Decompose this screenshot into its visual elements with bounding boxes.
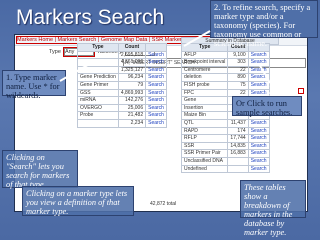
search-link[interactable]: Search bbox=[145, 88, 167, 98]
marker-count: 21,482 bbox=[117, 111, 147, 120]
search-link[interactable]: Search bbox=[247, 65, 270, 75]
marker-type-link[interactable]: miRNA bbox=[77, 96, 119, 105]
search-link[interactable]: Search bbox=[247, 149, 270, 158]
marker-count: 9,100 bbox=[227, 50, 249, 60]
table-row: miRNA 142,276 Search bbox=[77, 96, 167, 105]
note-click-search-link: Clicking on "Search" lets you search for… bbox=[2, 150, 78, 189]
marker-count: 2,234 bbox=[117, 118, 147, 128]
marker-type-link[interactable]: Centromere bbox=[180, 65, 229, 75]
marker-type-link[interactable]: Maize Bin bbox=[180, 111, 229, 120]
marker-type-link[interactable]: Insertion bbox=[180, 103, 229, 113]
table-row: 2,695,818 Search bbox=[77, 50, 167, 60]
marker-type-link[interactable]: SSR Primer Pair bbox=[180, 149, 229, 158]
marker-type-link[interactable] bbox=[77, 50, 119, 60]
marker-count: 22 bbox=[227, 65, 249, 75]
marker-type-link[interactable]: FISH probe bbox=[180, 80, 229, 90]
marker-summary-table-left: Type Count 2,695,818 Search 4,661,096 Searc… bbox=[77, 43, 167, 128]
table-row: RFLP 17,744 Search bbox=[180, 134, 270, 143]
search-link[interactable]: Search bbox=[145, 65, 167, 75]
marker-type-link[interactable]: Breakpoint interval bbox=[180, 58, 229, 67]
marker-count: 16,883 bbox=[227, 149, 249, 158]
marker-count: 1,325,127 bbox=[117, 65, 147, 75]
search-link[interactable]: Search bbox=[145, 96, 167, 105]
search-link[interactable]: Search bbox=[247, 134, 270, 143]
table-row: 1,325,127 Search bbox=[77, 65, 167, 75]
type-label: Type bbox=[49, 49, 61, 55]
table-row: SSR 14,835 Search bbox=[180, 141, 270, 151]
marker-count: 25,006 bbox=[117, 103, 147, 113]
marker-count bbox=[227, 156, 249, 166]
table-row: SSR Primer Pair 16,883 Search bbox=[180, 149, 270, 158]
search-link[interactable]: Search bbox=[247, 164, 270, 174]
search-link[interactable]: Search bbox=[247, 118, 270, 128]
note-click-type-link: Clicking on a marker type lets you view … bbox=[22, 186, 134, 216]
column-header: Type bbox=[77, 43, 119, 52]
search-link[interactable]: Search bbox=[247, 141, 270, 151]
marker-count: 890 bbox=[227, 73, 249, 82]
marker-type-link[interactable]: Gene bbox=[180, 96, 229, 105]
table-row: AFLP 9,100 Search bbox=[180, 50, 270, 60]
total-count: 42,872 total bbox=[150, 201, 177, 207]
marker-type-link[interactable]: deletion bbox=[180, 73, 229, 82]
search-link[interactable]: Search bbox=[247, 156, 270, 166]
marker-count: 14,835 bbox=[227, 141, 249, 151]
marker-count: 174 bbox=[227, 126, 249, 136]
table-row: 2,234 Search bbox=[77, 118, 167, 128]
marker-type-link[interactable]: Probe bbox=[77, 111, 119, 120]
marker-count: 4,661,096 bbox=[117, 58, 147, 67]
search-link[interactable]: Search bbox=[247, 126, 270, 136]
search-link[interactable]: Search bbox=[145, 118, 167, 128]
marker-count bbox=[227, 164, 249, 174]
table-row: GSS 4,869,993 Search bbox=[77, 88, 167, 98]
note-table-breakdown: These tables show a breakdown of markers… bbox=[240, 180, 306, 237]
table-row: Gene Prediction 96,234 Search bbox=[77, 73, 167, 82]
marker-count: 75 bbox=[227, 80, 249, 90]
table-row: Centromere 22 Search bbox=[180, 65, 270, 75]
table-row: Unclassified DNA Search bbox=[180, 156, 270, 166]
marker-count: 4,869,993 bbox=[117, 88, 147, 98]
note-sample-searches: Or Click to run sample searches. bbox=[232, 96, 302, 117]
column-header bbox=[145, 43, 167, 52]
marker-count: 79 bbox=[117, 80, 147, 90]
search-link[interactable]: Search bbox=[145, 103, 167, 113]
table-row: QTL 11,437 Search bbox=[180, 118, 270, 128]
table-row: Gene Primer 79 Search bbox=[77, 80, 167, 90]
marker-count: 17,744 bbox=[227, 134, 249, 143]
marker-type-link[interactable]: RFLP bbox=[180, 134, 229, 143]
search-link[interactable]: Search bbox=[247, 50, 270, 60]
search-link[interactable]: Search bbox=[145, 80, 167, 90]
column-header: Count bbox=[117, 43, 147, 52]
marker-count: 142,276 bbox=[117, 96, 147, 105]
marker-type-link[interactable]: Undefined bbox=[180, 164, 229, 174]
marker-type-link[interactable]: RAPD bbox=[180, 126, 229, 136]
marker-count: 96,234 bbox=[117, 73, 147, 82]
table-row: Probe 21,482 Search bbox=[77, 111, 167, 120]
marker-type-link[interactable]: AFLP bbox=[180, 50, 229, 60]
marker-type-link[interactable]: Unclassified DNA bbox=[180, 156, 229, 166]
marker-count: 303 bbox=[227, 58, 249, 67]
marker-type-link[interactable] bbox=[77, 118, 119, 128]
marker-type-link[interactable]: Gene Prediction bbox=[77, 73, 119, 82]
marker-type-link[interactable]: FPC bbox=[180, 88, 229, 98]
note-refine-search: 2. To refine search, specify a marker ty… bbox=[210, 0, 318, 48]
marker-type-link[interactable]: GSS bbox=[77, 88, 119, 98]
marker-type-link[interactable]: OVERGO bbox=[77, 103, 119, 113]
table-row: FISH probe 75 Search bbox=[180, 80, 270, 90]
marker-type-link[interactable]: Gene Primer bbox=[77, 80, 119, 90]
table-row: Breakpoint interval 303 Search bbox=[180, 58, 270, 67]
search-link[interactable]: Search bbox=[145, 111, 167, 120]
search-link[interactable]: Search bbox=[145, 58, 167, 67]
note-type-marker: 1. Type marker name. Use * for wildcards… bbox=[2, 70, 66, 100]
table-row: Undefined Search bbox=[180, 164, 270, 174]
search-link[interactable]: Search bbox=[145, 50, 167, 60]
marker-count: 2,695,818 bbox=[117, 50, 147, 60]
marker-count: 11,437 bbox=[227, 118, 249, 128]
search-link[interactable]: Search bbox=[145, 73, 167, 82]
marker-type-link[interactable]: SSR bbox=[180, 141, 229, 151]
marker-type-link[interactable]: QTL bbox=[180, 118, 229, 128]
table-row: deletion 890 Search bbox=[180, 73, 270, 82]
page-title: Markers Search bbox=[16, 6, 165, 29]
table-row: OVERGO 25,006 Search bbox=[77, 103, 167, 113]
table-row: RAPD 174 Search bbox=[180, 126, 270, 136]
